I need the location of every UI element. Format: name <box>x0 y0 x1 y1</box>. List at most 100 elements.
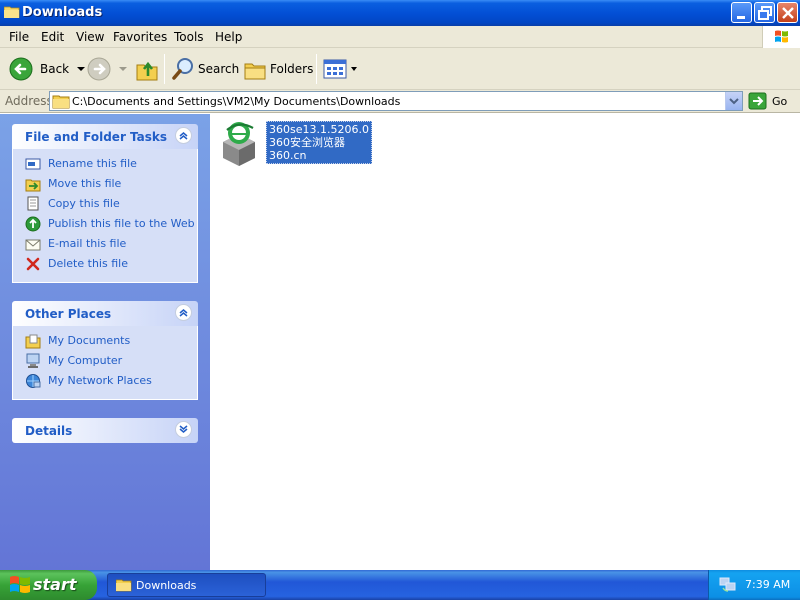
close-button[interactable] <box>777 2 798 23</box>
restore-button[interactable] <box>754 2 775 23</box>
menu-help[interactable]: Help <box>215 30 242 44</box>
minimize-button[interactable] <box>731 2 752 23</box>
file-description-line: 360安全浏览器 <box>269 136 345 149</box>
file-name-label[interactable]: 360se13.1.5206.0 360安全浏览器 360.cn <box>266 121 372 164</box>
link-label: Copy this file <box>48 197 120 210</box>
chevron-down-icon[interactable] <box>116 64 128 74</box>
delete-icon <box>26 257 40 271</box>
collapse-button[interactable] <box>175 127 192 144</box>
views-icon <box>323 59 347 79</box>
search-icon <box>172 58 193 80</box>
folders-button[interactable]: Folders <box>243 54 313 84</box>
back-arrow-icon <box>9 57 33 81</box>
menu-file[interactable]: File <box>9 30 29 44</box>
address-input[interactable]: C:\Documents and Settings\VM2\My Documen… <box>49 91 743 111</box>
link-label: My Documents <box>48 334 131 347</box>
move-file-link[interactable]: Move this file <box>13 174 197 194</box>
windows-flag-icon <box>10 576 30 593</box>
back-button[interactable]: Back <box>8 54 88 84</box>
chevron-down-icon[interactable] <box>349 64 359 74</box>
folders-icon <box>244 63 266 80</box>
go-button[interactable]: Go <box>748 92 787 110</box>
expand-button[interactable] <box>175 421 192 438</box>
system-tray: 7:39 AM <box>708 570 800 600</box>
move-icon <box>25 179 41 192</box>
start-button[interactable]: start <box>0 570 97 600</box>
taskbar-task-label: Downloads <box>136 579 197 592</box>
link-label: E-mail this file <box>48 237 127 250</box>
menu-edit[interactable]: Edit <box>41 30 64 44</box>
window-title: Downloads <box>22 5 103 20</box>
link-label: Move this file <box>48 177 122 190</box>
toolbar: Back Search Folders <box>0 48 800 90</box>
panel-title: Details <box>25 424 73 438</box>
address-bar: Address C:\Documents and Settings\VM2\My… <box>0 90 800 113</box>
file-name-line: 360se13.1.5206.0 <box>269 123 369 136</box>
taskbar: start Downloads 7:39 AM <box>0 570 800 600</box>
network-places-icon <box>26 374 41 388</box>
360-browser-installer-icon <box>223 122 255 166</box>
forward-button[interactable] <box>86 54 128 84</box>
chevron-down-icon <box>729 98 739 105</box>
publish-web-icon <box>25 216 41 232</box>
menu-bar: File Edit View Favorites Tools Help <box>0 26 800 48</box>
title-bar[interactable]: Downloads <box>0 0 800 26</box>
panel-title: Other Places <box>25 307 112 321</box>
address-dropdown-button[interactable] <box>725 92 742 110</box>
publish-web-link[interactable]: Publish this file to the Web <box>13 214 197 234</box>
link-label: Rename this file <box>48 157 137 170</box>
menu-favorites[interactable]: Favorites <box>113 30 167 44</box>
views-button[interactable] <box>322 54 359 84</box>
menu-tools[interactable]: Tools <box>174 30 204 44</box>
folder-icon <box>4 6 20 18</box>
other-places-header[interactable]: Other Places <box>12 301 198 326</box>
close-icon <box>782 7 794 19</box>
menu-view[interactable]: View <box>76 30 104 44</box>
collapse-button[interactable] <box>175 304 192 321</box>
up-folder-button[interactable] <box>135 54 159 84</box>
search-button[interactable]: Search <box>171 54 239 84</box>
rename-icon <box>25 158 41 170</box>
file-company-line: 360.cn <box>269 149 307 162</box>
taskbar-downloads-window[interactable]: Downloads <box>107 573 266 597</box>
my-documents-link[interactable]: My Documents <box>13 331 197 351</box>
my-computer-link[interactable]: My Computer <box>13 351 197 371</box>
link-label: My Network Places <box>48 374 152 387</box>
other-places-panel: Other Places My Documents My Computer My… <box>12 301 198 400</box>
windows-logo <box>762 26 800 48</box>
details-header[interactable]: Details <box>12 418 198 443</box>
other-places-list: My Documents My Computer My Network Plac… <box>12 326 198 400</box>
folders-label: Folders <box>270 62 314 76</box>
network-tray-icon[interactable] <box>719 577 737 593</box>
up-folder-icon <box>136 61 158 81</box>
minimize-icon <box>737 16 745 19</box>
my-computer-icon <box>26 353 40 368</box>
panel-title: File and Folder Tasks <box>25 130 168 144</box>
rename-file-link[interactable]: Rename this file <box>13 154 197 174</box>
my-network-places-link[interactable]: My Network Places <box>13 371 197 391</box>
link-label: Delete this file <box>48 257 128 270</box>
my-documents-icon <box>25 334 41 349</box>
details-panel: Details <box>12 418 198 443</box>
email-icon <box>25 239 41 251</box>
chevron-down-icon <box>179 425 188 433</box>
copy-icon <box>27 196 39 211</box>
chevron-up-icon <box>179 132 188 140</box>
address-value: C:\Documents and Settings\VM2\My Documen… <box>72 95 401 108</box>
clock[interactable]: 7:39 AM <box>745 578 790 591</box>
back-label: Back <box>40 62 70 76</box>
chevron-up-icon <box>179 309 188 317</box>
folder-icon <box>52 95 70 109</box>
copy-file-link[interactable]: Copy this file <box>13 194 197 214</box>
toolbar-separator <box>316 54 317 84</box>
go-label: Go <box>772 94 788 108</box>
forward-arrow-icon <box>87 57 111 81</box>
restore-icon <box>758 6 772 20</box>
link-label: Publish this file to the Web <box>48 217 195 230</box>
delete-file-link[interactable]: Delete this file <box>13 254 197 274</box>
link-label: My Computer <box>48 354 123 367</box>
file-view[interactable]: 360se13.1.5206.0 360安全浏览器 360.cn <box>210 114 800 570</box>
email-file-link[interactable]: E-mail this file <box>13 234 197 254</box>
file-folder-tasks-header[interactable]: File and Folder Tasks <box>12 124 198 149</box>
task-pane: File and Folder Tasks Rename this file M… <box>0 114 210 570</box>
